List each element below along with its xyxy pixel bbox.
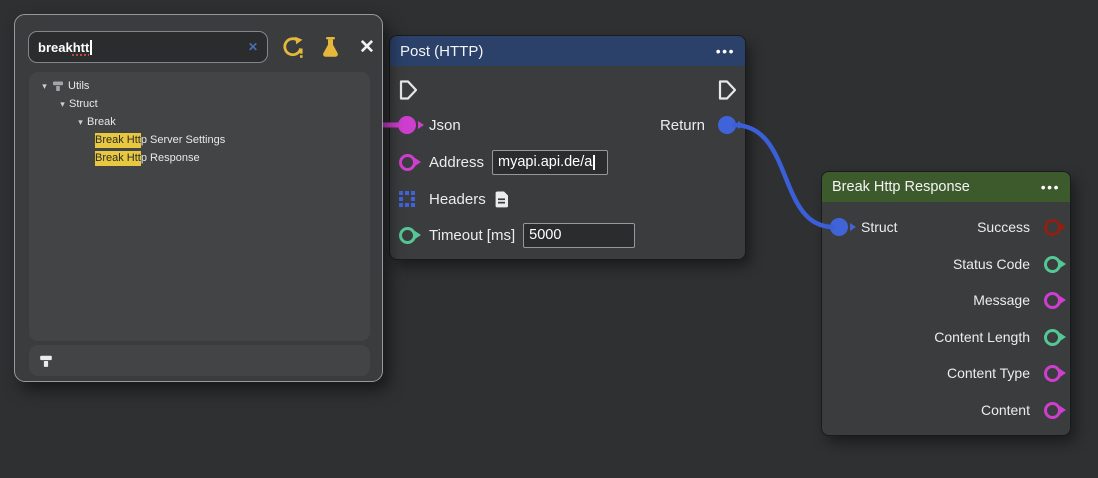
node-break-header[interactable]: Break Http Response ••• [822, 172, 1070, 202]
tree-item-utils[interactable]: ▾ Utils [29, 77, 370, 95]
return-output-pin[interactable] [718, 116, 736, 134]
content-output-label: Content [981, 402, 1030, 418]
struct-input-pin[interactable] [830, 218, 848, 236]
node-search-panel[interactable]: break htt ✕ ✕ ▾ Utils [14, 14, 383, 382]
message-output-label: Message [973, 292, 1030, 308]
content-length-output-pin[interactable] [1044, 329, 1061, 346]
search-text-misspelled: htt [73, 40, 90, 55]
tree-item-label: Struct [69, 98, 98, 110]
tree-item-struct[interactable]: ▾ Struct [29, 95, 370, 113]
chevron-down-icon[interactable]: ▾ [56, 99, 69, 110]
close-panel-icon[interactable]: ✕ [355, 35, 379, 59]
chevron-down-icon[interactable]: ▾ [38, 81, 51, 92]
return-output-label: Return [660, 117, 705, 134]
success-output-pin[interactable] [1044, 219, 1061, 236]
content-length-output-label: Content Length [934, 329, 1030, 345]
chevron-down-icon[interactable]: ▾ [74, 117, 87, 128]
json-input-pin[interactable] [398, 116, 416, 134]
status-code-output-label: Status Code [953, 256, 1030, 272]
document-icon[interactable] [494, 191, 509, 208]
search-results-tree[interactable]: ▾ Utils ▾ Struct ▾ Break Break Http Serv… [29, 72, 370, 341]
experimental-flask-icon[interactable] [318, 35, 342, 59]
json-input-label: Json [429, 117, 461, 134]
struct-input-label: Struct [861, 219, 898, 235]
text-caret [90, 40, 92, 55]
content-type-output-label: Content Type [947, 365, 1030, 381]
node-menu-icon[interactable]: ••• [716, 44, 735, 58]
utils-hammer-icon [39, 354, 53, 368]
node-title: Break Http Response [832, 179, 970, 195]
headers-map-pin[interactable] [399, 191, 416, 208]
tree-item-label-rest: p Response [141, 152, 200, 164]
success-output-label: Success [977, 219, 1030, 235]
search-input[interactable]: break htt ✕ [28, 31, 268, 63]
headers-input-label: Headers [429, 191, 486, 208]
search-match-highlight: Break Htt [95, 133, 141, 148]
status-code-output-pin[interactable] [1044, 256, 1061, 273]
search-text: break [38, 40, 73, 55]
timeout-input-pin[interactable] [399, 227, 416, 244]
node-menu-icon[interactable]: ••• [1041, 180, 1060, 194]
address-input-value: myapi.api.de/a [498, 154, 592, 170]
content-output-pin[interactable] [1044, 402, 1061, 419]
timeout-input-field[interactable]: 5000 [523, 223, 635, 248]
message-output-pin[interactable] [1044, 292, 1061, 309]
tree-item-break-http-server-settings[interactable]: Break Http Server Settings [29, 131, 370, 149]
text-caret [593, 155, 595, 170]
wire-return-to-struct[interactable] [734, 125, 833, 227]
node-post-http[interactable]: Post (HTTP) ••• Json Return Address myap… [390, 36, 745, 259]
content-type-output-pin[interactable] [1044, 365, 1061, 382]
tree-item-break[interactable]: ▾ Break [29, 113, 370, 131]
utils-hammer-icon [52, 80, 64, 92]
category-filter-bar[interactable] [29, 345, 370, 376]
node-title: Post (HTTP) [400, 43, 483, 60]
tree-item-label-rest: p Server Settings [141, 134, 225, 146]
address-input-label: Address [429, 154, 484, 171]
exec-in-pin[interactable] [397, 78, 419, 102]
address-input-pin[interactable] [399, 154, 416, 171]
tree-item-break-http-response[interactable]: Break Http Response [29, 149, 370, 167]
timeout-input-label: Timeout [ms] [429, 227, 515, 244]
refresh-alert-icon[interactable] [281, 35, 305, 59]
exec-out-pin[interactable] [716, 78, 738, 102]
node-break-http-response[interactable]: Break Http Response ••• Struct Success S… [822, 172, 1070, 435]
tree-item-label: Utils [68, 80, 89, 92]
address-input-field[interactable]: myapi.api.de/a [492, 150, 608, 175]
search-clear-icon[interactable]: ✕ [248, 40, 258, 54]
tree-item-label: Break [87, 116, 116, 128]
search-match-highlight: Break Htt [95, 151, 141, 166]
timeout-input-value: 5000 [529, 227, 561, 243]
node-post-http-header[interactable]: Post (HTTP) ••• [390, 36, 745, 66]
